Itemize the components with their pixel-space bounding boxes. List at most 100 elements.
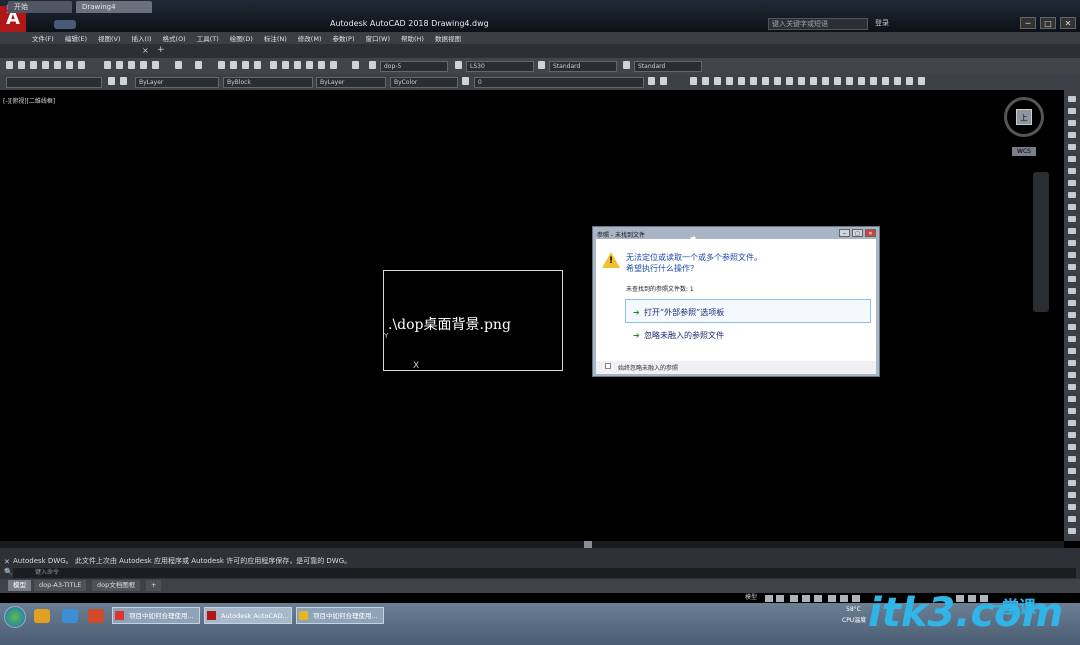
transparency-icon[interactable] (852, 595, 860, 602)
palette-tool-icon[interactable] (1068, 348, 1076, 354)
palette-tool-icon[interactable] (1068, 312, 1076, 318)
make-current-icon[interactable] (648, 77, 655, 85)
table-icon[interactable] (894, 77, 901, 85)
menu-item-tools[interactable]: 工具(T) (197, 33, 219, 43)
wcs-menu-button[interactable]: WCS (1012, 147, 1036, 156)
palette-tool-icon[interactable] (1068, 396, 1076, 402)
tab-layout-a3[interactable]: dop-A3-TITLE (34, 580, 87, 591)
block-editor-icon[interactable] (152, 61, 159, 69)
palette-tool-icon[interactable] (1068, 120, 1076, 126)
always-ignore-checkbox[interactable] (605, 363, 611, 369)
print-icon[interactable] (42, 61, 49, 69)
tablestyle-icon[interactable] (538, 61, 545, 69)
ortho-icon[interactable] (790, 595, 798, 602)
grid-icon[interactable] (765, 595, 773, 602)
undo-icon[interactable] (175, 61, 182, 69)
search-input[interactable]: 键入关键字或短语 (768, 18, 868, 30)
polar-icon[interactable] (802, 595, 810, 602)
palette-tool-icon[interactable] (1068, 432, 1076, 438)
palette-tool-icon[interactable] (1068, 480, 1076, 486)
palette-tool-icon[interactable] (1068, 336, 1076, 342)
mtext-icon[interactable] (906, 77, 913, 85)
palette-tool-icon[interactable] (1068, 216, 1076, 222)
zoom-realtime-icon[interactable] (230, 61, 237, 69)
menu-item-edit[interactable]: 编辑(E) (65, 33, 87, 43)
palette-tool-icon[interactable] (1068, 372, 1076, 378)
scrollbar-thumb[interactable] (584, 541, 592, 548)
horizontal-scrollbar[interactable] (0, 541, 1064, 548)
layer-select[interactable]: 0 (474, 77, 644, 88)
linetype-select[interactable]: ByBlock (223, 77, 313, 88)
pan-icon[interactable] (218, 61, 225, 69)
menu-item-window[interactable]: 窗口(W) (365, 33, 390, 43)
line-icon[interactable] (690, 77, 697, 85)
palette-tool-icon[interactable] (1068, 468, 1076, 474)
dialog-minimize-button[interactable]: ─ (839, 229, 850, 237)
menu-item-dimension[interactable]: 标注(N) (264, 33, 287, 43)
maximize-button[interactable]: □ (1040, 17, 1056, 29)
rectangle-icon[interactable] (738, 77, 745, 85)
snap-icon[interactable] (776, 595, 784, 602)
layer-properties-icon[interactable] (108, 77, 115, 85)
palette-tool-icon[interactable] (1068, 228, 1076, 234)
menu-item-dataview[interactable]: 数据视图 (435, 33, 461, 43)
quickcalc-icon[interactable] (330, 61, 337, 69)
palette-tool-icon[interactable] (1068, 204, 1076, 210)
circle-icon[interactable] (762, 77, 769, 85)
new-tab-button[interactable]: + (157, 45, 165, 55)
menu-item-view[interactable]: 视图(V) (98, 33, 121, 43)
region-icon[interactable] (882, 77, 889, 85)
palette-tool-icon[interactable] (1068, 444, 1076, 450)
tab-layout-frame[interactable]: dop文档图框 (92, 580, 141, 591)
add-layout-button[interactable]: + (146, 580, 162, 591)
insert-block-icon[interactable] (822, 77, 829, 85)
publish-icon[interactable] (66, 61, 73, 69)
tab-close-icon[interactable]: × (142, 46, 149, 55)
make-block-icon[interactable] (834, 77, 841, 85)
menu-item-insert[interactable]: 插入(I) (132, 33, 152, 43)
palette-tool-icon[interactable] (1068, 180, 1076, 186)
palette-tool-icon[interactable] (1068, 360, 1076, 366)
minimize-button[interactable]: ─ (1020, 17, 1036, 29)
model-space-label[interactable]: 模型 (745, 592, 757, 601)
revcloud-icon[interactable] (774, 77, 781, 85)
cut-icon[interactable] (104, 61, 111, 69)
palette-tool-icon[interactable] (1068, 420, 1076, 426)
palette-tool-icon[interactable] (1068, 408, 1076, 414)
media-pin-icon[interactable] (62, 609, 78, 623)
save-icon[interactable] (30, 61, 37, 69)
palette-tool-icon[interactable] (1068, 324, 1076, 330)
design-center-icon[interactable] (282, 61, 289, 69)
tool-palettes-icon[interactable] (294, 61, 301, 69)
ignore-unresolved-option[interactable]: 忽略未融入的参照文件 (644, 330, 724, 341)
login-button[interactable]: 登录 (875, 18, 889, 28)
sheet-set-icon[interactable] (306, 61, 313, 69)
palette-tool-icon[interactable] (1068, 504, 1076, 510)
copy-icon[interactable] (116, 61, 123, 69)
layer-state-icon[interactable] (120, 77, 127, 85)
osnap-icon[interactable] (814, 595, 822, 602)
menu-item-parametric[interactable]: 参数(P) (332, 33, 354, 43)
palette-tool-icon[interactable] (1068, 516, 1076, 522)
tablestyle-select[interactable]: Standard (549, 61, 617, 72)
taskbar-item-document-2[interactable]: 项目中如何合理使用... (296, 607, 384, 624)
open-xref-palette-label[interactable]: 打开“外部参照”选项板 (644, 307, 724, 318)
command-close-icon[interactable]: ✕ (4, 558, 10, 566)
add-selected-icon[interactable] (918, 77, 925, 85)
ellipse-icon[interactable] (798, 77, 805, 85)
textstyle-icon[interactable] (455, 61, 462, 69)
new-icon[interactable] (6, 61, 13, 69)
mleaderstyle-select[interactable]: Standard (634, 61, 702, 72)
dimstyle-icon[interactable] (369, 61, 376, 69)
paste-icon[interactable] (128, 61, 135, 69)
palette-tool-icon[interactable] (1068, 108, 1076, 114)
palette-tool-icon[interactable] (1068, 168, 1076, 174)
palette-tool-icon[interactable] (1068, 144, 1076, 150)
zoom-window-icon[interactable] (242, 61, 249, 69)
palette-tool-icon[interactable] (1068, 192, 1076, 198)
properties-icon[interactable] (270, 61, 277, 69)
palette-tool-icon[interactable] (1068, 288, 1076, 294)
close-button[interactable]: ✕ (1060, 17, 1076, 29)
menu-item-draw[interactable]: 绘图(D) (230, 33, 253, 43)
help-icon[interactable] (352, 61, 359, 69)
